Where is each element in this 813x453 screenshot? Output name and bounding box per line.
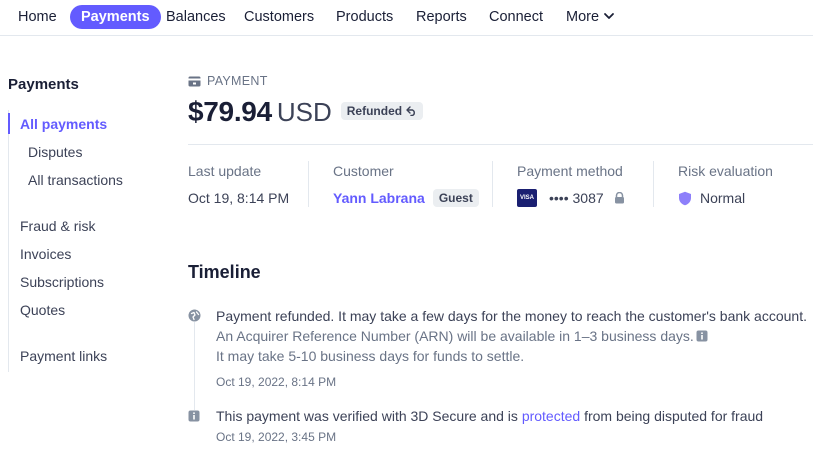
timeline-event-refund-time: Oct 19, 2022, 8:14 PM [216,375,337,389]
nav-balances[interactable]: Balances [166,5,226,29]
summary-risk: Risk evaluation Normal [678,163,773,208]
status-badge-label: Refunded [346,104,403,118]
nav-reports[interactable]: Reports [416,5,467,29]
timeline-event-3ds: This payment was verified with 3D Secure… [216,406,763,426]
risk-level: Normal [700,190,746,206]
timeline-event-refund-line1: Payment refunded. It may take a few days… [216,308,807,324]
payment-amount: $79.94 [188,96,272,127]
sidebar-active-indicator [8,113,10,134]
payment-kicker-label: PAYMENT [207,74,268,88]
lock-icon [614,192,624,204]
customer-name-link[interactable]: Yann Labrana [333,190,425,206]
3ds-text-after: from being disputed for fraud [580,408,764,424]
guest-badge: Guest [432,189,479,207]
visa-card-icon: VISA [517,189,537,207]
last-update-label: Last update [188,163,262,179]
nav-customers[interactable]: Customers [244,5,314,29]
card-last4: •••• 3087 [549,190,604,206]
last-update-value: Oct 19, 8:14 PM [188,190,290,206]
refund-globe-icon [188,309,201,322]
timeline-event-refund-line2: An Acquirer Reference Number (ARN) will … [216,326,708,346]
customer-value: Yann Labrana Guest [333,188,479,208]
payment-currency: USD [276,97,332,127]
risk-label: Risk evaluation [678,163,773,179]
nav-products[interactable]: Products [336,5,393,29]
sidebar-item-all-transactions[interactable]: All transactions [28,172,123,188]
sidebar-item-all-payments[interactable]: All payments [20,116,107,132]
summary-customer: Customer Yann Labrana Guest [333,163,479,208]
refund-arrow-icon [406,106,416,116]
payment-amount-row: $79.94 USD Refunded [188,96,424,128]
shield-icon [679,191,691,205]
nav-more[interactable]: More [566,5,615,29]
sidebar-rail [8,110,9,372]
info-icon [188,410,200,422]
top-nav: Home Payments Balances Customers Product… [0,0,813,36]
nav-home[interactable]: Home [18,5,57,29]
payment-card-icon [188,76,201,86]
chevron-down-icon [604,13,614,20]
sidebar-item-disputes[interactable]: Disputes [28,144,82,160]
payment-method-label: Payment method [517,163,623,179]
3ds-text-before: This payment was verified with 3D Secure… [216,408,522,424]
customer-label: Customer [333,163,394,179]
timeline-title: Timeline [188,262,261,282]
nav-connect[interactable]: Connect [489,5,543,29]
summary-separator [653,161,654,207]
timeline-connector [194,322,195,410]
sidebar-item-quotes[interactable]: Quotes [20,302,65,318]
summary-payment-method: Payment method VISA •••• 3087 [517,163,625,208]
sidebar-item-subscriptions[interactable]: Subscriptions [20,274,104,290]
timeline-event-refund-line3: It may take 5-10 business days for funds… [216,348,525,364]
payment-kicker: PAYMENT [188,74,268,88]
protected-link[interactable]: protected [522,408,580,424]
status-badge: Refunded [340,102,424,120]
nav-payments[interactable]: Payments [70,5,161,29]
header-divider [188,144,813,145]
arn-notice: An Acquirer Reference Number (ARN) will … [216,328,694,344]
sidebar-item-invoices[interactable]: Invoices [20,246,71,262]
nav-more-label: More [566,9,600,25]
info-icon[interactable] [696,330,708,342]
risk-value: Normal [678,188,773,208]
payment-method-value: VISA •••• 3087 [517,188,625,208]
sidebar-item-fraud-risk[interactable]: Fraud & risk [20,218,95,234]
timeline-event-3ds-time: Oct 19, 2022, 3:45 PM [216,430,337,444]
summary-last-update: Last update Oct 19, 8:14 PM [188,163,289,208]
sidebar-title: Payments [8,76,79,93]
summary-separator [492,161,493,207]
summary-separator [308,161,309,207]
sidebar-item-payment-links[interactable]: Payment links [20,348,107,364]
